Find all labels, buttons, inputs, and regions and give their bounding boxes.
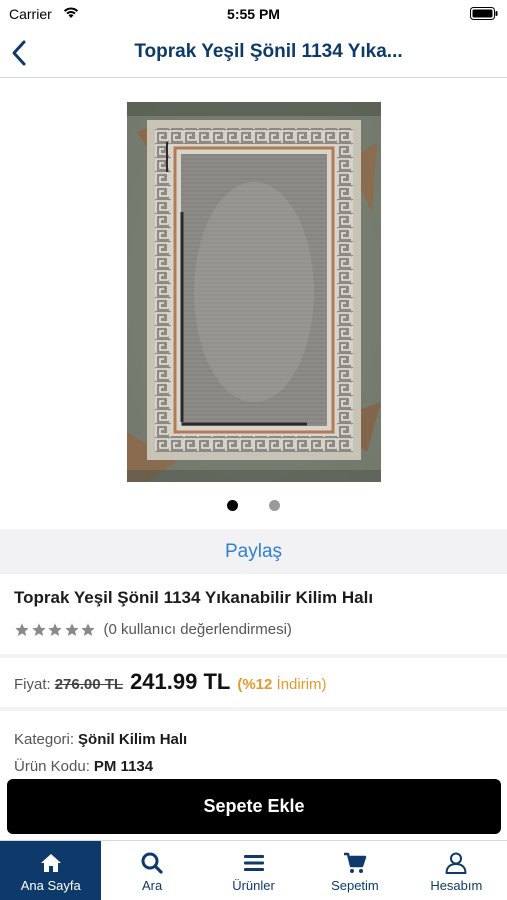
rating-stars [14, 622, 97, 638]
tab-label: Ana Sayfa [20, 878, 81, 893]
back-button[interactable] [8, 38, 36, 68]
tab-label: Hesabım [430, 878, 483, 893]
home-icon [40, 854, 61, 872]
rug-image [127, 102, 381, 482]
tab-products[interactable]: Ürünler [203, 841, 304, 900]
menu-icon [243, 855, 264, 871]
page-title: Toprak Yeşil Şönil 1134 Yıka... [134, 41, 403, 62]
share-button[interactable]: Paylaş [225, 541, 282, 563]
rating-count-text: (0 kullanıcı değerlendirmesi) [103, 621, 292, 638]
category-row: Kategori: Şönil Kilim Halı [14, 731, 187, 748]
current-price: 241.99 TL [130, 669, 231, 694]
product-title: Toprak Yeşil Şönil 1134 Yıkanabilir Kili… [14, 588, 374, 607]
category-value[interactable]: Şönil Kilim Halı [78, 731, 187, 748]
status-time: 5:55 PM [227, 6, 280, 22]
search-icon [141, 852, 163, 874]
star-icon [64, 622, 79, 636]
tab-search[interactable]: Ara [101, 841, 202, 900]
discount-percent: (%12 [237, 676, 273, 693]
star-icon [31, 622, 46, 636]
tab-account[interactable]: Hesabım [406, 841, 507, 900]
old-price: 276.00 TL [54, 676, 124, 693]
star-icon [81, 622, 95, 636]
chevron-left-icon [12, 40, 26, 66]
product-code-value: PM 1134 [93, 758, 154, 775]
product-code-row: Ürün Kodu: PM 1134 [14, 758, 153, 775]
divider [0, 707, 507, 711]
tab-label: Sepetim [331, 878, 379, 893]
price-row: Fiyat: 276.00 TL 241.99 TL (%12 İndirim) [14, 669, 327, 695]
pager-dot[interactable] [268, 500, 280, 511]
tab-home[interactable]: Ana Sayfa [0, 841, 102, 900]
discount-badge: (%12 İndirim) [237, 676, 326, 693]
cart-icon [343, 852, 367, 873]
tab-label: Ürünler [232, 878, 275, 893]
divider [0, 654, 507, 658]
status-bar: Carrier 5:55 PM [0, 0, 507, 28]
price-label: Fiyat: [14, 676, 51, 693]
star-icon [48, 622, 62, 636]
star-icon [15, 622, 29, 636]
add-to-cart-button[interactable]: Sepete Ekle [7, 779, 501, 834]
battery-icon [470, 7, 498, 20]
tab-label: Ara [141, 878, 163, 893]
user-icon [445, 852, 467, 874]
share-row: Paylaş [0, 529, 507, 574]
navigation-bar: Toprak Yeşil Şönil 1134 Yıka... [0, 28, 507, 78]
discount-label: İndirim) [276, 676, 327, 693]
tab-bar: Ana Sayfa Ara Ürünler Sepetim Hesabım [0, 840, 507, 900]
tab-cart[interactable]: Sepetim [304, 841, 405, 900]
product-code-label: Ürün Kodu: [14, 758, 90, 775]
pager-dot-active[interactable] [227, 500, 239, 511]
image-pager[interactable] [0, 498, 507, 511]
product-image[interactable] [127, 102, 381, 482]
rating-row[interactable]: (0 kullanıcı değerlendirmesi) [14, 621, 292, 638]
category-label: Kategori: [14, 731, 75, 748]
